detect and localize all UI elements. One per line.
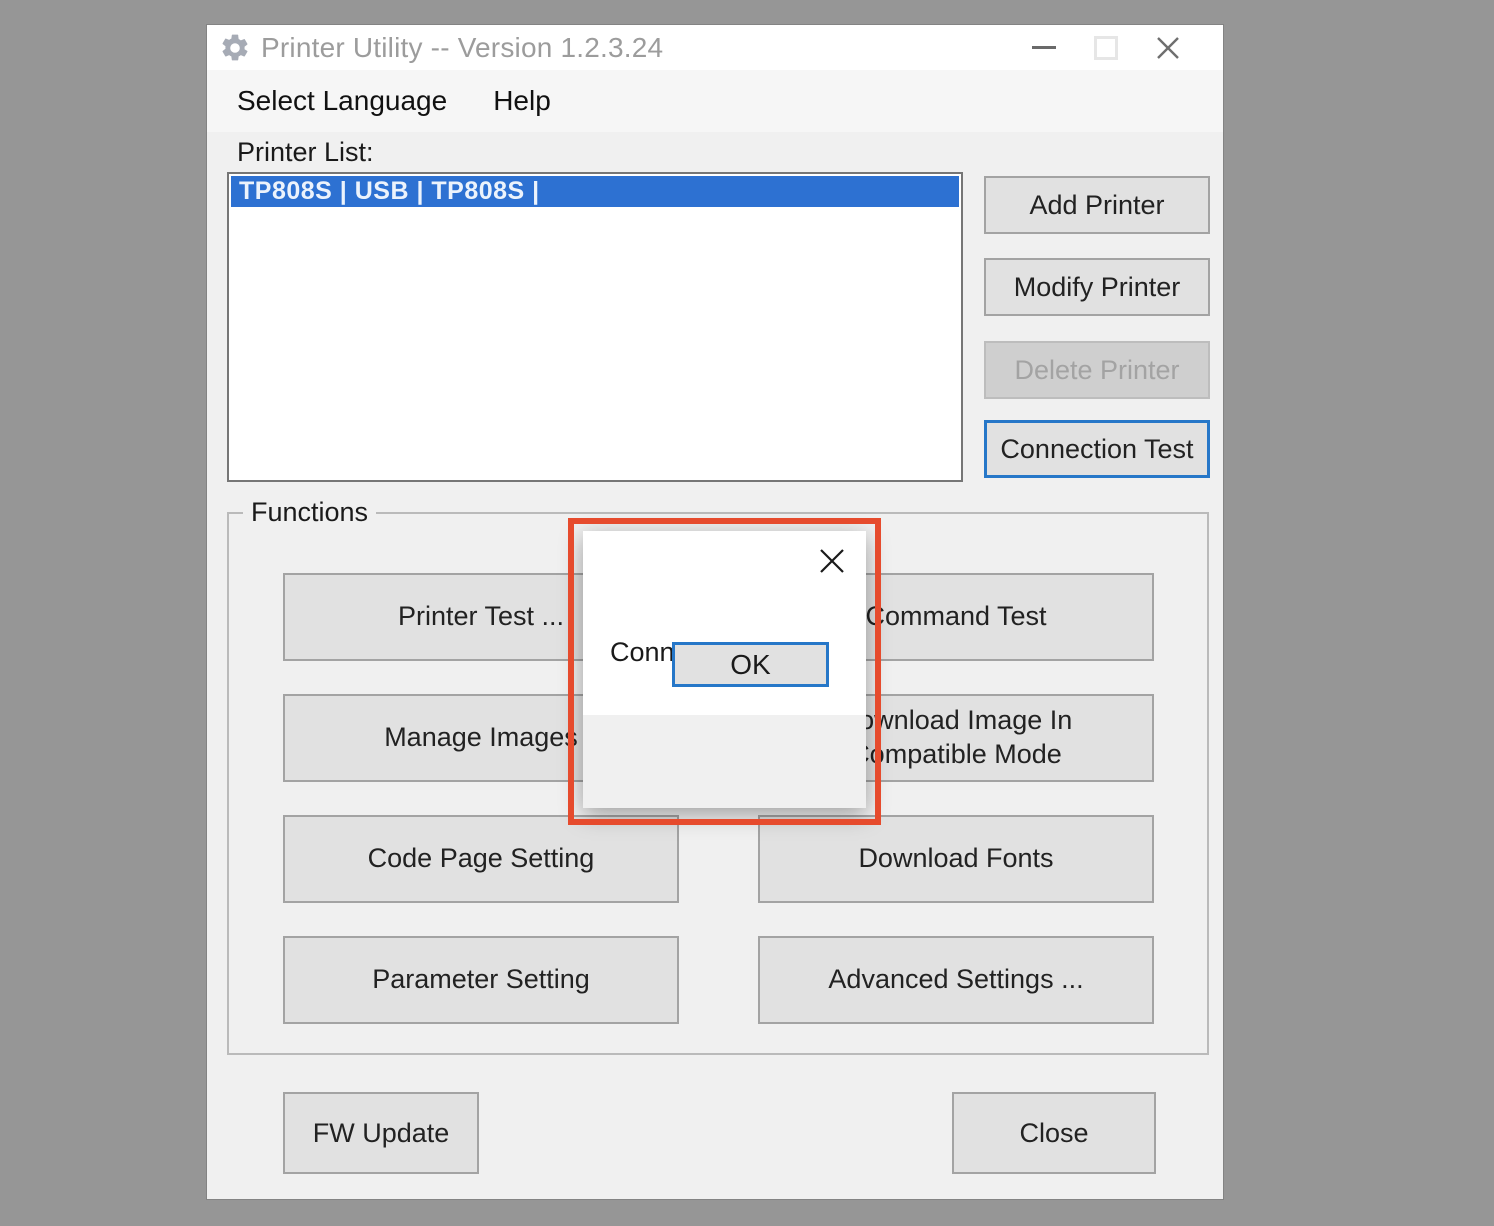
titlebar: Printer Utility -- Version 1.2.3.24 xyxy=(207,25,1223,70)
fw-update-button[interactable]: FW Update xyxy=(283,1092,479,1174)
parameter-setting-button[interactable]: Parameter Setting xyxy=(283,936,679,1024)
download-fonts-button[interactable]: Download Fonts xyxy=(758,815,1154,903)
modify-printer-button[interactable]: Modify Printer xyxy=(984,258,1210,316)
menu-select-language[interactable]: Select Language xyxy=(237,70,447,132)
close-button[interactable]: Close xyxy=(952,1092,1156,1174)
close-icon xyxy=(817,546,847,576)
desktop: { "colors": { "desktop_bg": "#969696", "… xyxy=(0,0,1494,1226)
delete-printer-button: Delete Printer xyxy=(984,341,1210,399)
minimize-icon xyxy=(1032,46,1056,49)
connect-success-dialog: Connect success! OK xyxy=(583,531,866,808)
maximize-icon xyxy=(1094,36,1118,60)
ok-button[interactable]: OK xyxy=(672,642,829,687)
functions-group-label: Functions xyxy=(243,497,376,528)
menubar: Select Language Help xyxy=(207,70,1223,132)
advanced-settings-button[interactable]: Advanced Settings ... xyxy=(758,936,1154,1024)
dialog-footer: OK xyxy=(583,715,866,808)
printer-list-item-selected[interactable]: TP808S | USB | TP808S | xyxy=(231,176,959,207)
code-page-setting-button[interactable]: Code Page Setting xyxy=(283,815,679,903)
maximize-button[interactable] xyxy=(1075,25,1137,70)
gear-icon xyxy=(219,32,251,64)
menu-help[interactable]: Help xyxy=(493,70,551,132)
dialog-close-button[interactable] xyxy=(812,541,852,581)
printer-list-label: Printer List: xyxy=(237,137,374,168)
window-title: Printer Utility -- Version 1.2.3.24 xyxy=(261,32,663,64)
connection-test-button[interactable]: Connection Test xyxy=(984,420,1210,478)
close-icon xyxy=(1154,34,1182,62)
add-printer-button[interactable]: Add Printer xyxy=(984,176,1210,234)
minimize-button[interactable] xyxy=(1013,25,1075,70)
close-window-button[interactable] xyxy=(1137,25,1199,70)
printer-listbox[interactable]: TP808S | USB | TP808S | xyxy=(227,172,963,482)
